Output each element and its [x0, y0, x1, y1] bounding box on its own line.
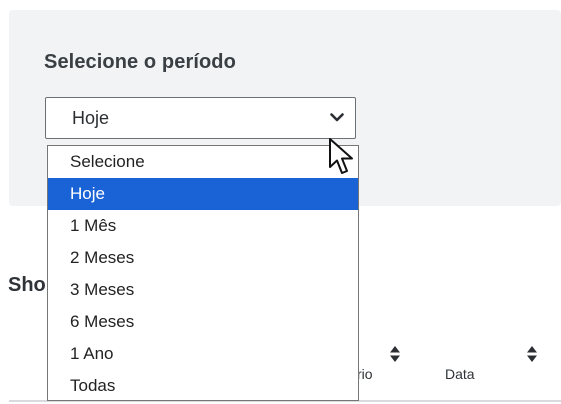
period-option-2-meses[interactable]: 2 Meses	[48, 242, 358, 274]
period-option-6-meses[interactable]: 6 Meses	[48, 306, 358, 338]
column-header-data[interactable]: Data	[445, 366, 475, 382]
mouse-pointer-icon	[329, 138, 353, 174]
period-filter-label: Selecione o período	[44, 51, 236, 73]
column-header-partial[interactable]: rio	[357, 366, 373, 382]
period-option-1-ano[interactable]: 1 Ano	[48, 338, 358, 370]
sort-icon[interactable]	[389, 345, 401, 363]
period-dropdown-list: Selecione Hoje 1 Mês 2 Meses 3 Meses 6 M…	[47, 145, 359, 401]
period-option-3-meses[interactable]: 3 Meses	[48, 274, 358, 306]
period-select-value: Hoje	[72, 108, 110, 128]
period-option-1-mes[interactable]: 1 Mês	[48, 210, 358, 242]
period-option-todas[interactable]: Todas	[48, 370, 358, 402]
section-heading: Sho	[8, 274, 46, 296]
page: Selecione o período Hoje Sho rio Data Se…	[0, 0, 561, 404]
sort-icon[interactable]	[526, 345, 538, 363]
period-option-selecione[interactable]: Selecione	[48, 146, 358, 178]
period-option-hoje[interactable]: Hoje	[48, 178, 358, 210]
chevron-down-icon	[330, 113, 344, 122]
period-select[interactable]: Hoje	[45, 97, 356, 139]
